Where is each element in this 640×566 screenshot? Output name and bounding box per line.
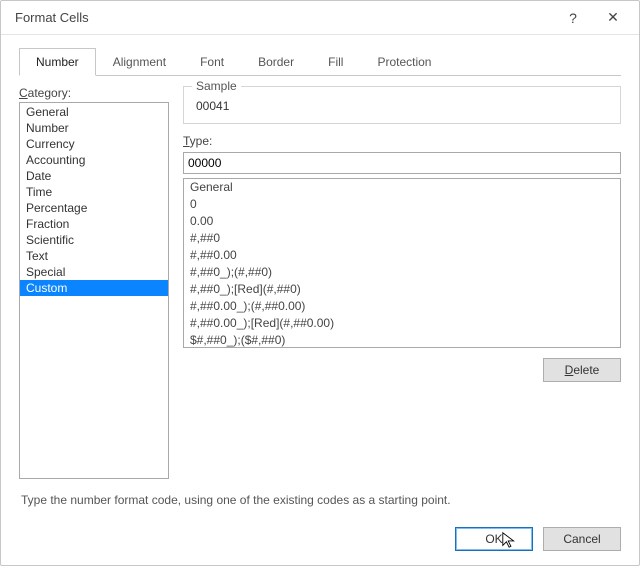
window-title: Format Cells (15, 10, 553, 25)
tab-protection[interactable]: Protection (360, 48, 448, 76)
ok-button[interactable]: OK (455, 527, 533, 551)
type-label: Type: (183, 134, 621, 148)
category-item[interactable]: Number (20, 120, 168, 136)
tab-panel-number: Category: General Number Currency Accoun… (19, 86, 621, 479)
cancel-button[interactable]: Cancel (543, 527, 621, 551)
type-item[interactable]: #,##0 (184, 230, 620, 247)
sample-label: Sample (192, 79, 241, 93)
category-item[interactable]: Fraction (20, 216, 168, 232)
close-button[interactable]: ✕ (593, 4, 633, 32)
delete-row: Delete (183, 358, 621, 382)
type-item[interactable]: 0 (184, 196, 620, 213)
type-item[interactable]: #,##0.00 (184, 247, 620, 264)
tab-fill[interactable]: Fill (311, 48, 360, 76)
type-item[interactable]: #,##0.00_);[Red](#,##0.00) (184, 315, 620, 332)
tab-strip: Number Alignment Font Border Fill Protec… (19, 47, 621, 76)
dialog-footer: OK Cancel (1, 517, 639, 565)
title-bar: Format Cells ? ✕ (1, 1, 639, 35)
tab-font[interactable]: Font (183, 48, 241, 76)
category-listbox[interactable]: General Number Currency Accounting Date … (19, 102, 169, 479)
help-button[interactable]: ? (553, 4, 593, 32)
type-item[interactable]: #,##0_);[Red](#,##0) (184, 281, 620, 298)
type-item[interactable]: #,##0_);(#,##0) (184, 264, 620, 281)
tab-alignment[interactable]: Alignment (96, 48, 183, 76)
question-icon: ? (569, 10, 577, 26)
category-item[interactable]: Time (20, 184, 168, 200)
tab-border[interactable]: Border (241, 48, 311, 76)
category-item[interactable]: Accounting (20, 152, 168, 168)
tab-number[interactable]: Number (19, 48, 96, 76)
category-item[interactable]: Text (20, 248, 168, 264)
type-listbox[interactable]: General 0 0.00 #,##0 #,##0.00 #,##0_);(#… (183, 178, 621, 348)
type-item[interactable]: #,##0.00_);(#,##0.00) (184, 298, 620, 315)
category-item[interactable]: Percentage (20, 200, 168, 216)
type-input[interactable] (183, 152, 621, 174)
sample-group: Sample 00041 (183, 86, 621, 124)
details-panel: Sample 00041 Type: General 0 0.00 #,##0 … (183, 86, 621, 479)
close-icon: ✕ (607, 9, 619, 26)
category-item[interactable]: Special (20, 264, 168, 280)
category-item[interactable]: General (20, 104, 168, 120)
category-panel: Category: General Number Currency Accoun… (19, 86, 169, 479)
category-item[interactable]: Currency (20, 136, 168, 152)
category-item[interactable]: Date (20, 168, 168, 184)
type-item[interactable]: $#,##0_);($#,##0) (184, 332, 620, 348)
dialog-body: Number Alignment Font Border Fill Protec… (1, 35, 639, 517)
category-label: Category: (19, 86, 169, 100)
hint-text: Type the number format code, using one o… (21, 493, 619, 507)
type-item[interactable]: 0.00 (184, 213, 620, 230)
sample-value: 00041 (194, 95, 610, 113)
category-item[interactable]: Custom (20, 280, 168, 296)
category-item[interactable]: Scientific (20, 232, 168, 248)
delete-button[interactable]: Delete (543, 358, 621, 382)
type-item[interactable]: General (184, 179, 620, 196)
format-cells-dialog: Format Cells ? ✕ Number Alignment Font B… (0, 0, 640, 566)
